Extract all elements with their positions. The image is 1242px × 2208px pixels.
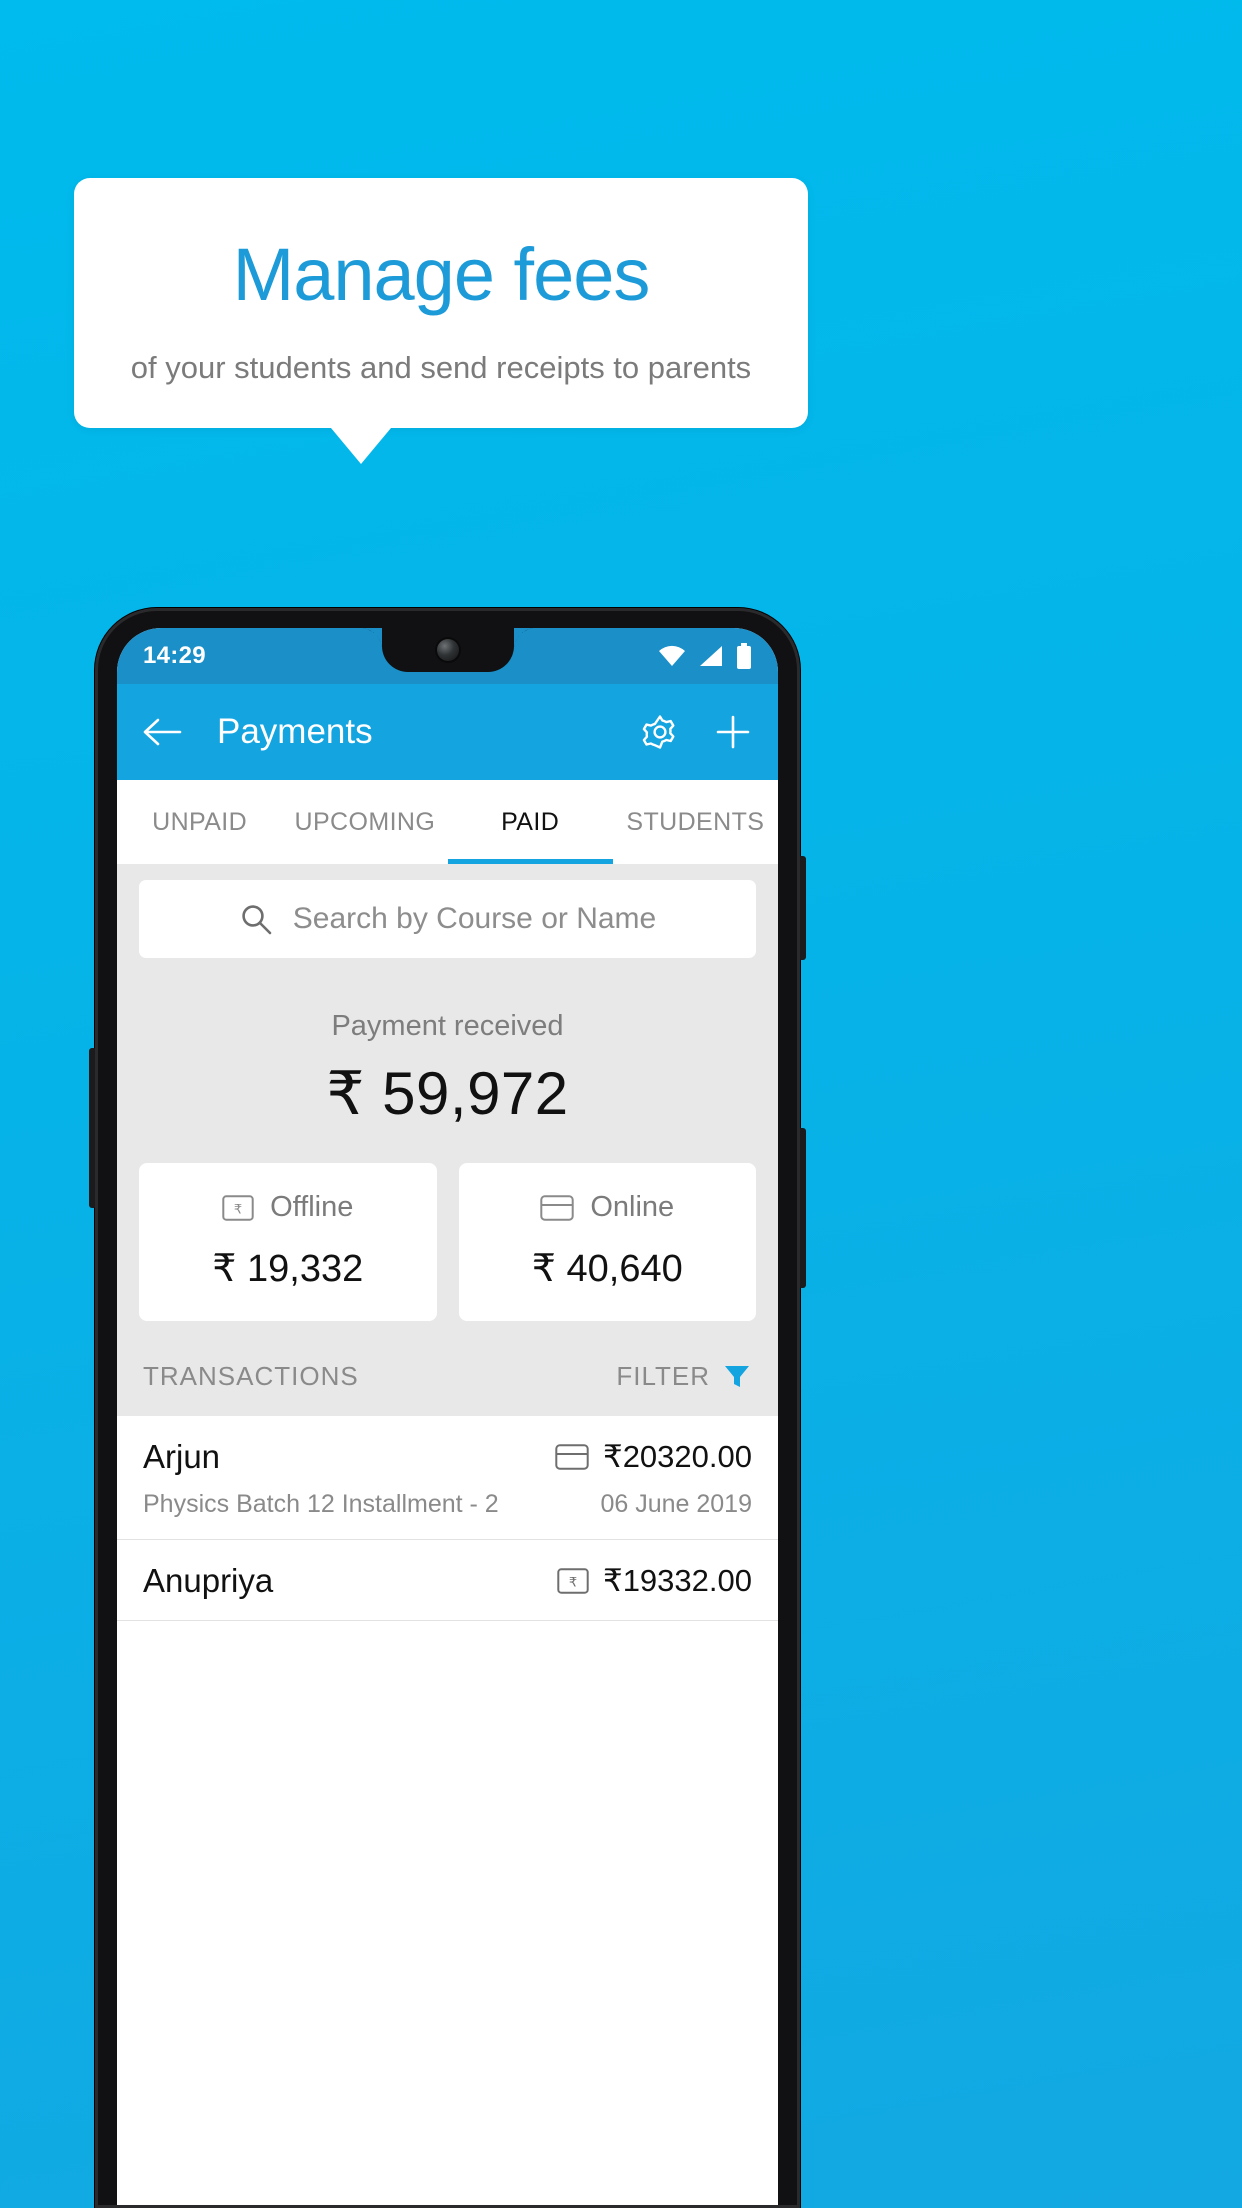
rupee-note-icon: ₹	[222, 1194, 254, 1221]
svg-text:₹: ₹	[569, 1575, 577, 1590]
online-card-header: Online	[469, 1191, 747, 1224]
tab-unpaid[interactable]: UNPAID	[117, 780, 282, 864]
transaction-row-top: Arjun ₹20320.00	[143, 1438, 752, 1476]
transaction-row-top: Anupriya ₹ ₹19332.00	[143, 1562, 752, 1600]
gear-icon[interactable]	[640, 712, 680, 752]
signal-icon	[698, 645, 724, 667]
rupee-note-icon: ₹	[557, 1568, 589, 1594]
transaction-row-bottom: Physics Batch 12 Installment - 2 06 June…	[143, 1490, 752, 1519]
tab-upcoming[interactable]: UPCOMING	[282, 780, 447, 864]
status-bar-time: 14:29	[143, 642, 206, 669]
offline-amount: ₹ 19,332	[212, 1248, 364, 1290]
back-arrow-icon[interactable]	[143, 716, 183, 748]
online-amount: ₹ 40,640	[531, 1248, 683, 1290]
tab-bar: UNPAID UPCOMING PAID STUDENTS	[117, 780, 778, 864]
transaction-amount-group: ₹ ₹19332.00	[557, 1563, 752, 1599]
promo-callout-tail	[331, 427, 391, 464]
online-card[interactable]: Online ₹ 40,640	[458, 1163, 756, 1321]
transactions-title: TRANSACTIONS	[143, 1361, 359, 1391]
tab-students[interactable]: STUDENTS	[613, 780, 778, 864]
transaction-amount-group: ₹20320.00	[555, 1439, 752, 1475]
promo-callout: Manage fees of your students and send re…	[74, 178, 808, 464]
table-row[interactable]: Anupriya ₹ ₹19332.00	[117, 1540, 778, 1621]
transactions-header: TRANSACTIONS FILTER	[117, 1321, 778, 1416]
funnel-icon	[722, 1362, 752, 1392]
payment-received-label: Payment received	[331, 1010, 564, 1042]
phone-power-button	[798, 856, 806, 960]
payment-received-amount: ₹ 59,972	[326, 1060, 569, 1127]
phone-screen: 14:29 Payments UNPAID UPCOMING PAID STUD…	[117, 628, 778, 2208]
status-bar: 14:29	[117, 628, 778, 684]
search-section: Search by Course or Name	[117, 864, 778, 958]
offline-label: Offline	[270, 1191, 354, 1223]
transaction-name: Arjun	[143, 1438, 221, 1475]
phone-mockup: 14:29 Payments UNPAID UPCOMING PAID STUD…	[89, 608, 806, 2208]
phone-volume-button	[798, 1128, 806, 1288]
plus-icon[interactable]	[714, 713, 752, 751]
app-bar: Payments	[117, 684, 778, 780]
promo-card: Manage fees of your students and send re…	[74, 178, 808, 428]
offline-card-header: ₹ Offline	[149, 1191, 427, 1224]
phone-side-button-left	[89, 1048, 97, 1208]
transaction-amount: ₹20320.00	[602, 1439, 752, 1474]
credit-card-icon	[555, 1444, 589, 1470]
transaction-name: Anupriya	[143, 1562, 274, 1599]
credit-card-icon	[540, 1194, 575, 1221]
filter-button[interactable]: FILTER	[616, 1361, 752, 1392]
content-area: Search by Course or Name Payment receive…	[117, 864, 778, 1621]
wifi-icon	[658, 645, 686, 667]
front-camera	[436, 639, 459, 661]
promo-subtitle: of your students and send receipts to pa…	[130, 349, 752, 385]
battery-icon	[736, 643, 752, 669]
search-placeholder: Search by Course or Name	[292, 902, 657, 935]
transaction-date: 06 June 2019	[600, 1490, 752, 1518]
page-title: Payments	[217, 712, 373, 751]
status-bar-icons	[658, 643, 752, 669]
payment-summary: Payment received ₹ 59,972	[117, 958, 778, 1129]
promo-title: Manage fees	[232, 233, 651, 316]
payment-breakdown: ₹ Offline ₹ 19,332 Online ₹ 40,640	[117, 1129, 778, 1321]
transaction-amount: ₹19332.00	[602, 1563, 752, 1598]
offline-card[interactable]: ₹ Offline ₹ 19,332	[139, 1163, 437, 1321]
table-row[interactable]: Arjun ₹20320.00 Physics Batch 12 Install…	[117, 1416, 778, 1540]
online-label: Online	[590, 1191, 675, 1223]
tab-paid[interactable]: PAID	[447, 780, 614, 864]
transaction-description: Physics Batch 12 Installment - 2	[143, 1490, 499, 1518]
search-icon	[239, 902, 273, 936]
search-input[interactable]: Search by Course or Name	[139, 880, 756, 958]
transactions-list: Arjun ₹20320.00 Physics Batch 12 Install…	[117, 1416, 778, 1621]
app-bar-actions	[640, 712, 752, 752]
filter-label: FILTER	[616, 1361, 710, 1391]
phone-notch	[359, 628, 536, 672]
svg-text:₹: ₹	[234, 1201, 242, 1216]
